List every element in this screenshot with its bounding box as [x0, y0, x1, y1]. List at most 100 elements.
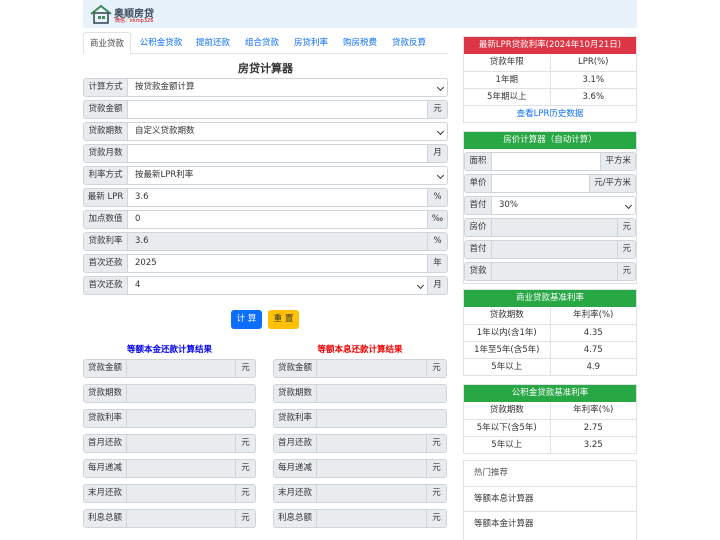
reset-button[interactable]: 重 置: [268, 310, 299, 329]
table-cell: 4.9: [549, 359, 637, 375]
tab-mortgage-rates[interactable]: 房贷利率: [289, 32, 333, 54]
first-payment-month-row: 首次还款 4 月: [83, 276, 448, 295]
result-row: 首月还款 元: [273, 434, 447, 453]
field-label: 贷款期数: [83, 122, 128, 141]
table-cell: 4.75: [549, 342, 637, 358]
result-value: [317, 434, 427, 453]
unit-label: 元: [236, 509, 256, 528]
col-header: 年利率(%): [549, 307, 637, 324]
result-label: 每月递减: [83, 459, 127, 478]
unit-label: %: [428, 232, 448, 251]
equal-principal-result-title: 等额本金还款计算结果: [126, 345, 212, 355]
table-cell: 1年以内(含1年): [476, 328, 537, 338]
table-header: 贷款期数 年利率(%): [464, 402, 636, 419]
calc-method-select[interactable]: 按贷款金额计算: [128, 78, 448, 97]
first-payment-year-row: 首次还款 2025 年: [83, 254, 448, 273]
tab-reverse-calc[interactable]: 贷款反算: [387, 32, 431, 54]
first-payment-month-select[interactable]: 4: [128, 276, 428, 295]
loan-rate-row: 贷款利率 3.6 %: [83, 232, 448, 251]
unit-price-input[interactable]: [492, 174, 591, 193]
price-card-title: 房价计算器（自动计算）: [464, 132, 636, 149]
result-row: 首月还款 元: [83, 434, 256, 453]
result-row: 贷款利率: [273, 409, 447, 428]
col-header: 贷款期数: [489, 405, 524, 415]
lpr-card-title: 最新LPR贷款利率(2024年10月21日): [464, 37, 636, 54]
result-label: 贷款金额: [83, 359, 127, 378]
loan-amount-input[interactable]: [128, 100, 428, 119]
table-row: 5年以上 3.25: [464, 436, 636, 453]
hot-link-equal-installment[interactable]: 等额本息计算器: [464, 486, 636, 511]
unit-label: 元: [427, 434, 447, 453]
chevron-down-icon: [624, 201, 633, 210]
loan-months-row: 贷款月数 月: [83, 144, 448, 163]
fund-card-title: 公积金贷款基准利率: [464, 385, 636, 402]
first-payment-year-input[interactable]: 2025: [128, 254, 428, 273]
loan-term-select[interactable]: 自定义贷款期数: [128, 122, 448, 141]
site-header: 奥顺房贷 微信：kkmp326: [83, 0, 637, 28]
unit-label: 元: [618, 262, 636, 281]
unit-label: 元: [618, 218, 636, 237]
col-header: 贷款年限: [489, 57, 524, 67]
result-value: [127, 384, 256, 403]
unit-label: 元: [236, 434, 256, 453]
field-label: 面积: [464, 152, 492, 171]
result-row: 利息总额 元: [83, 509, 256, 528]
result-row: 贷款期数: [273, 384, 447, 403]
basis-points-input[interactable]: 0: [128, 210, 428, 229]
commercial-card-title: 商业贷款基准利率: [464, 290, 636, 307]
field-label: 房价: [464, 218, 492, 237]
result-row: 每月递减 元: [273, 459, 447, 478]
lpr-row: 最新 LPR 3.6 %: [83, 188, 448, 207]
calculate-button[interactable]: 计 算: [231, 310, 262, 329]
tab-combined-loan[interactable]: 组合贷款: [240, 32, 284, 54]
unit-label: 元: [618, 240, 636, 259]
unit-label: 元/平方米: [590, 174, 636, 193]
result-label: 首月还款: [273, 434, 317, 453]
down-payment-ratio-row: 首付 30%: [464, 196, 636, 215]
commercial-rate-card: 商业贷款基准利率 贷款期数 年利率(%) 1年以内(含1年) 4.35 1年至5年(…: [463, 289, 637, 376]
lpr-input[interactable]: 3.6: [128, 188, 428, 207]
col-header: 年利率(%): [549, 402, 637, 419]
table-row: 5年以下(含5年) 2.75: [464, 419, 636, 436]
field-label: 贷款金额: [83, 100, 128, 119]
field-label: 贷款月数: [83, 144, 128, 163]
loan-months-input[interactable]: [128, 144, 428, 163]
table-row: 1年以内(含1年) 4.35: [464, 324, 636, 341]
result-value: [127, 409, 256, 428]
lpr-history-link[interactable]: 查看LPR历史数据: [464, 105, 636, 122]
area-input[interactable]: [492, 152, 602, 171]
table-cell: 5年以上: [491, 362, 523, 372]
field-label: 首付: [464, 196, 492, 215]
tab-purchase-tax[interactable]: 购房税费: [338, 32, 382, 54]
lpr-card: 最新LPR贷款利率(2024年10月21日) 贷款年限 LPR(%) 1年期 3.1…: [463, 36, 637, 123]
table-row: 1年期 3.1%: [464, 71, 636, 88]
result-row: 利息总额 元: [273, 509, 447, 528]
field-label: 贷款利率: [83, 232, 128, 251]
result-value: [127, 434, 236, 453]
result-value: [317, 484, 427, 503]
down-payment-ratio-select[interactable]: 30%: [492, 196, 636, 215]
table-row: 5年以上 4.9: [464, 358, 636, 375]
basis-points-row: 加点数值 0 ‰: [83, 210, 448, 229]
down-payment-field: [492, 240, 619, 259]
result-value: [317, 459, 427, 478]
calculator-tabs: 商业贷款 公积金贷款 提前还款 组合贷款 房贷利率 购房税费 贷款反算: [83, 32, 448, 54]
hot-link-equal-principal[interactable]: 等额本金计算器: [464, 511, 636, 536]
unit-label: 年: [428, 254, 448, 273]
tab-provident-fund-loan[interactable]: 公积金贷款: [135, 32, 187, 54]
table-cell: 2.75: [549, 420, 637, 436]
table-cell: 5年以上: [491, 440, 523, 450]
hot-title: 热门推荐: [474, 468, 509, 478]
unit-label: 元: [236, 359, 256, 378]
rate-mode-select[interactable]: 按最新LPR利率: [128, 166, 448, 185]
loan-amount-row: 贷款金额 元: [83, 100, 448, 119]
unit-label: 元: [236, 459, 256, 478]
house-logo-icon: [90, 4, 112, 24]
tab-prepayment[interactable]: 提前还款: [191, 32, 235, 54]
result-label: 利息总额: [273, 509, 317, 528]
unit-label: 元: [427, 359, 447, 378]
area-row: 面积 平方米: [464, 152, 636, 171]
tab-commercial-loan[interactable]: 商业贷款: [83, 32, 131, 54]
unit-label: ‰: [428, 210, 448, 229]
table-cell: 1年至5年(含5年): [474, 345, 540, 355]
